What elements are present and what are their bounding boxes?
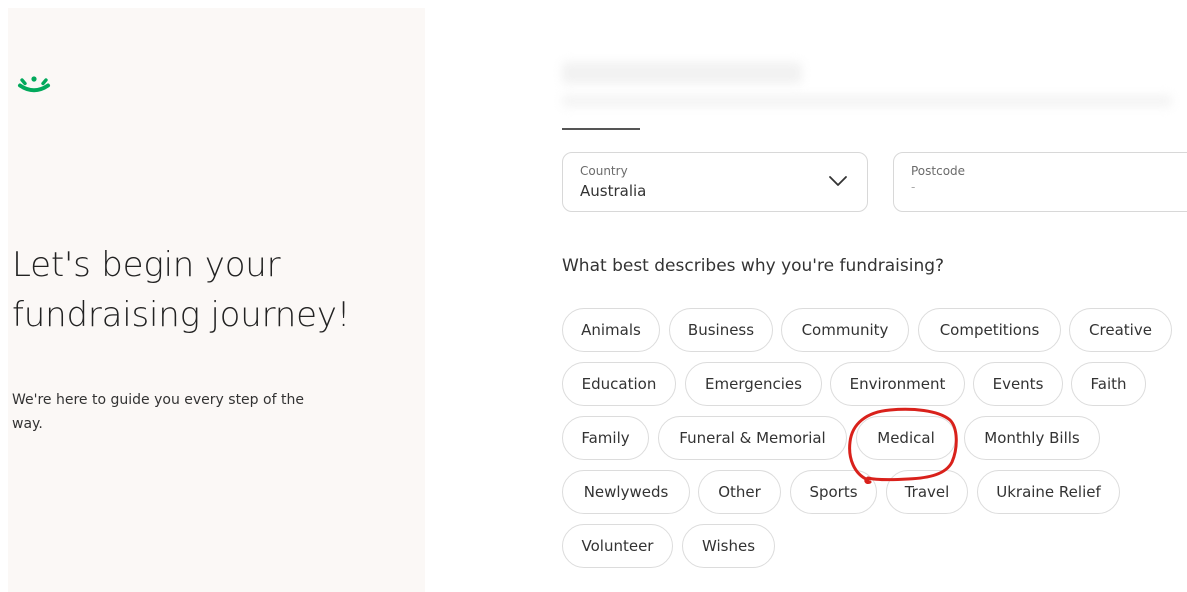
category-chip-sports[interactable]: Sports [790,470,877,514]
category-chip-wishes[interactable]: Wishes [682,524,775,568]
category-chip-volunteer[interactable]: Volunteer [562,524,673,568]
postcode-label: Postcode [911,164,966,178]
intro-panel: Let's begin your fundraising journey! We… [8,8,425,592]
category-chip-competitions[interactable]: Competitions [918,308,1061,352]
page-subtitle: We're here to guide you every step of th… [12,388,372,436]
category-chip-creative[interactable]: Creative [1069,308,1172,352]
step-underline [562,128,640,130]
category-chip-ukraine-relief[interactable]: Ukraine Relief [977,470,1120,514]
category-chip-newlyweds[interactable]: Newlyweds [562,470,690,514]
category-chip-monthly-bills[interactable]: Monthly Bills [964,416,1100,460]
category-chip-travel[interactable]: Travel [886,470,968,514]
country-value: Australia [580,182,647,200]
postcode-input[interactable] [911,180,1131,194]
subtitle-line-1: We're here to guide you every step of th… [12,392,304,408]
category-chip-medical[interactable]: Medical [856,416,956,460]
sprout-logo-icon [18,76,50,93]
page: Let's begin your fundraising journey! We… [0,0,1187,592]
category-chip-environment[interactable]: Environment [830,362,965,406]
category-chip-community[interactable]: Community [781,308,909,352]
country-label: Country [580,164,628,178]
title-line-1: Let's begin your [12,245,281,285]
country-select[interactable]: Country Australia [562,152,868,212]
blurred-step-title [562,62,802,84]
category-chip-other[interactable]: Other [698,470,781,514]
subtitle-line-2: way. [12,416,43,432]
title-line-2: fundraising journey! [12,295,351,335]
category-question: What best describes why you're fundraisi… [562,256,945,276]
chevron-down-icon[interactable] [827,173,849,189]
category-chip-family[interactable]: Family [562,416,649,460]
category-chip-faith[interactable]: Faith [1071,362,1146,406]
postcode-field[interactable]: Postcode [893,152,1187,212]
category-chip-funeral-memorial[interactable]: Funeral & Memorial [658,416,847,460]
category-chip-business[interactable]: Business [669,308,773,352]
category-chip-emergencies[interactable]: Emergencies [685,362,822,406]
category-chip-education[interactable]: Education [562,362,676,406]
blurred-step-subtitle [562,95,1172,107]
page-title: Let's begin your fundraising journey! [12,240,422,340]
category-chip-events[interactable]: Events [973,362,1063,406]
category-chip-animals[interactable]: Animals [562,308,660,352]
